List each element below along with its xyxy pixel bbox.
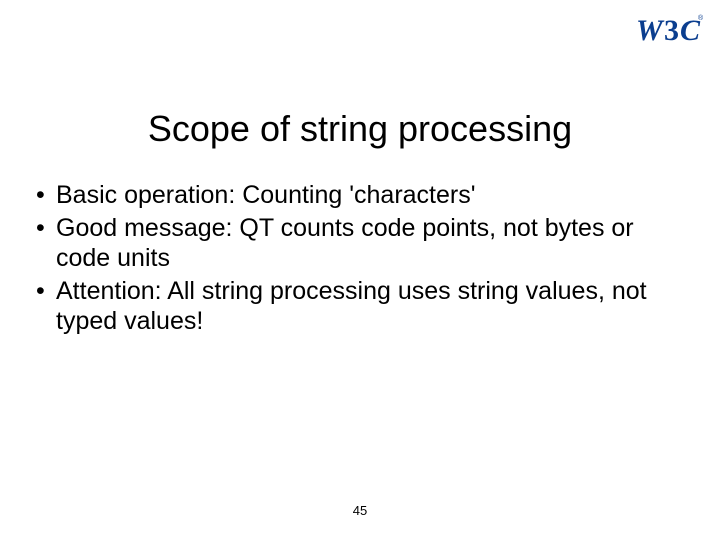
bullet-item: Attention: All string processing uses st… bbox=[30, 276, 682, 337]
bullet-item: Good message: QT counts code points, not… bbox=[30, 213, 682, 274]
bullet-list: Basic operation: Counting 'characters' G… bbox=[30, 180, 682, 337]
svg-text:W: W bbox=[636, 14, 665, 47]
slide: W 3 C ® Scope of string processing Basic… bbox=[0, 0, 720, 540]
svg-text:®: ® bbox=[698, 14, 704, 22]
page-number: 45 bbox=[0, 503, 720, 518]
slide-body: Basic operation: Counting 'characters' G… bbox=[30, 180, 682, 339]
slide-title: Scope of string processing bbox=[0, 108, 720, 150]
bullet-item: Basic operation: Counting 'characters' bbox=[30, 180, 682, 211]
svg-text:3: 3 bbox=[664, 14, 679, 47]
w3c-logo-icon: W 3 C ® bbox=[636, 12, 704, 48]
w3c-logo: W 3 C ® bbox=[636, 12, 704, 48]
